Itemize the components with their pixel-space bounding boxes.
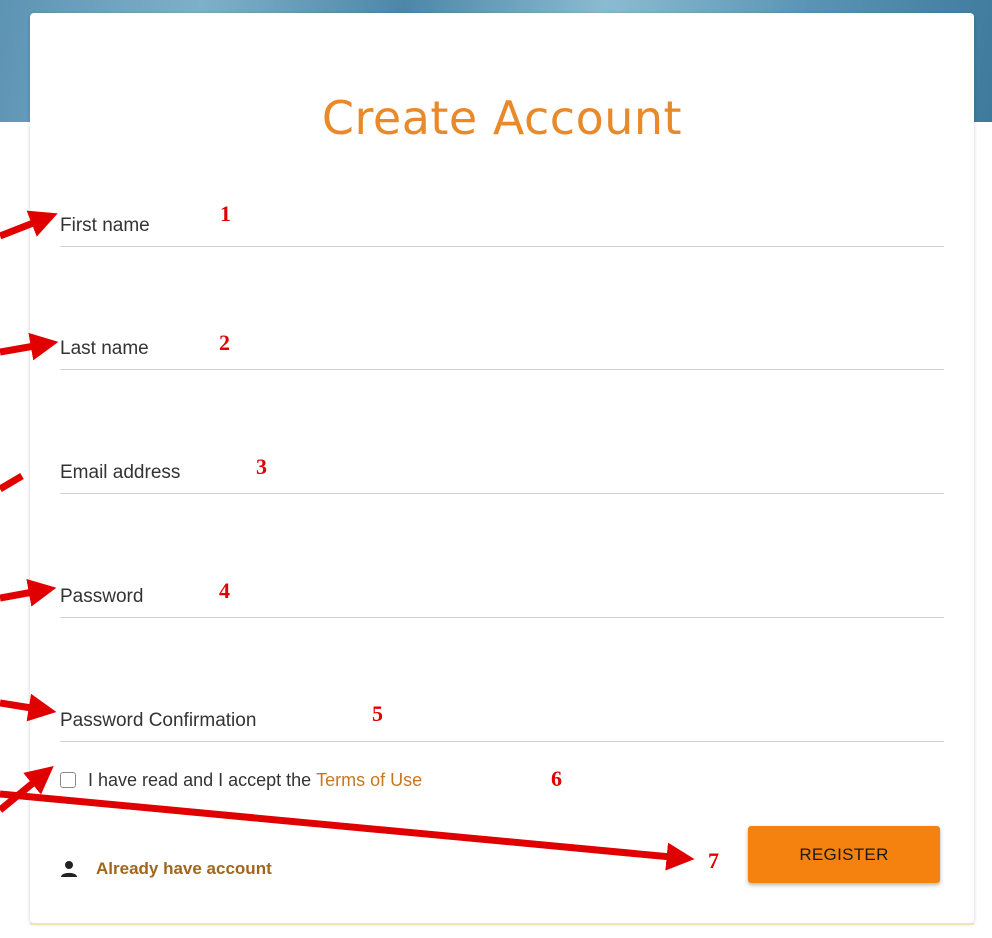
arrow-icon	[0, 578, 57, 607]
arrow-icon	[0, 210, 58, 240]
arrow-icon	[0, 472, 24, 493]
annotation-arrows	[0, 210, 695, 871]
arrow-icon	[0, 332, 59, 361]
arrow-icon	[0, 693, 57, 722]
arrow-icon	[0, 790, 695, 871]
